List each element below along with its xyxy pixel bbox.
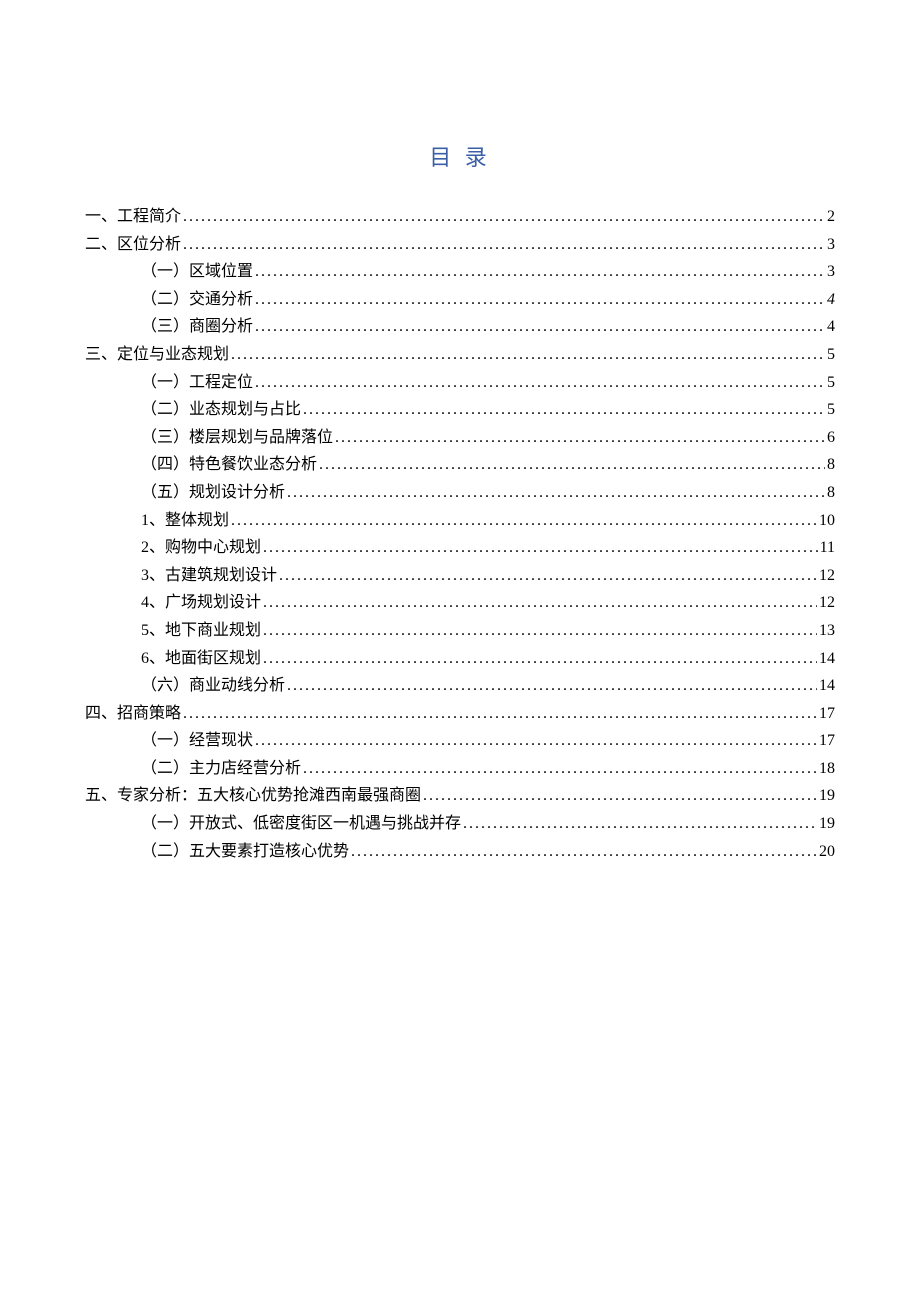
toc-entry-label: （六）商业动线分析: [141, 673, 285, 699]
toc-entry-page: 14: [817, 673, 835, 699]
toc-entry-label: 1、整体规划: [141, 508, 229, 534]
toc-leader-dots: [229, 508, 817, 534]
toc-entry: （三）楼层规划与品牌落位 6: [85, 425, 835, 451]
toc-leader-dots: [285, 673, 817, 699]
toc-entry-page: 5: [825, 397, 835, 423]
toc-entry-label: （二）交通分析: [141, 287, 253, 313]
toc-entry-page: 17: [817, 701, 835, 727]
toc-entry: 2、购物中心规划 11: [85, 535, 835, 561]
toc-leader-dots: [181, 701, 817, 727]
toc-leader-dots: [421, 783, 817, 809]
toc-entry-page: 3: [825, 259, 835, 285]
toc-entry-label: （二）主力店经营分析: [141, 756, 301, 782]
toc-entry: （二）交通分析 4: [85, 287, 835, 313]
toc-entry-page: 12: [817, 590, 835, 616]
toc-entry-label: （三）商圈分析: [141, 314, 253, 340]
toc-entry-page: 10: [817, 508, 835, 534]
toc-leader-dots: [349, 839, 817, 865]
toc-entry-page: 19: [817, 811, 835, 837]
toc-entry: 1、整体规划 10: [85, 508, 835, 534]
toc-entry-label: 二、区位分析: [85, 232, 181, 258]
toc-entry: （二）主力店经营分析 18: [85, 756, 835, 782]
toc-entry: （一）工程定位 5: [85, 370, 835, 396]
toc-leader-dots: [285, 480, 825, 506]
toc-entry-label: （一）工程定位: [141, 370, 253, 396]
toc-entry-label: （二）五大要素打造核心优势: [141, 839, 349, 865]
toc-entry-page: 8: [825, 480, 835, 506]
toc-entry: （五）规划设计分析 8: [85, 480, 835, 506]
toc-leader-dots: [253, 314, 825, 340]
toc-entry-page: 12: [817, 563, 835, 589]
toc-entry-page: 17: [817, 728, 835, 754]
toc-entry-page: 5: [825, 342, 835, 368]
toc-entry-page: 4: [825, 314, 835, 340]
toc-leader-dots: [253, 370, 825, 396]
toc-entry: （一）区域位置 3: [85, 259, 835, 285]
toc-entry-page: 20: [817, 839, 835, 865]
toc-entry-page: 6: [825, 425, 835, 451]
toc-entry-page: 8: [825, 452, 835, 478]
toc-leader-dots: [261, 618, 817, 644]
toc-entry: 6、地面街区规划 14: [85, 646, 835, 672]
toc-leader-dots: [261, 535, 818, 561]
toc-entry-label: 三、定位与业态规划: [85, 342, 229, 368]
toc-leader-dots: [181, 204, 825, 230]
toc-entry-label: （二）业态规划与占比: [141, 397, 301, 423]
toc-leader-dots: [301, 756, 817, 782]
toc-entry-label: （四）特色餐饮业态分析: [141, 452, 317, 478]
toc-leader-dots: [301, 397, 825, 423]
toc-entry: （六）商业动线分析 14: [85, 673, 835, 699]
toc-leader-dots: [277, 563, 817, 589]
toc-entry-label: （五）规划设计分析: [141, 480, 285, 506]
toc-entry-page: 5: [825, 370, 835, 396]
toc-entry: 三、定位与业态规划 5: [85, 342, 835, 368]
toc-entry-page: 14: [817, 646, 835, 672]
toc-entry-label: 5、地下商业规划: [141, 618, 261, 644]
toc-entry-label: 一、工程简介: [85, 204, 181, 230]
toc-entry-page: 4: [825, 287, 835, 313]
toc-entry-label: 2、购物中心规划: [141, 535, 261, 561]
toc-entry-page: 13: [817, 618, 835, 644]
toc-leader-dots: [253, 259, 825, 285]
toc-entry-label: （一）区域位置: [141, 259, 253, 285]
toc-leader-dots: [253, 728, 817, 754]
toc-entry-label: 五、专家分析：五大核心优势抢滩西南最强商圈: [85, 783, 421, 809]
toc-entry-label: 四、招商策略: [85, 701, 181, 727]
toc-entry: 3、古建筑规划设计 12: [85, 563, 835, 589]
toc-leader-dots: [317, 452, 825, 478]
table-of-contents: 一、工程简介 2二、区位分析 3（一）区域位置 3（二）交通分析 4（三）商圈分…: [85, 204, 835, 864]
toc-leader-dots: [461, 811, 817, 837]
toc-entry: （四）特色餐饮业态分析 8: [85, 452, 835, 478]
toc-entry-label: 6、地面街区规划: [141, 646, 261, 672]
toc-entry: （一）经营现状 17: [85, 728, 835, 754]
toc-entry-page: 3: [825, 232, 835, 258]
toc-entry-page: 19: [817, 783, 835, 809]
toc-entry-label: 4、广场规划设计: [141, 590, 261, 616]
toc-entry-label: （一）经营现状: [141, 728, 253, 754]
document-page: 目 录 一、工程简介 2二、区位分析 3（一）区域位置 3（二）交通分析 4（三…: [0, 0, 920, 864]
toc-entry: （二）业态规划与占比 5: [85, 397, 835, 423]
toc-entry-page: 2: [825, 204, 835, 230]
toc-entry: 四、招商策略 17: [85, 701, 835, 727]
toc-entry: 二、区位分析 3: [85, 232, 835, 258]
toc-leader-dots: [253, 287, 825, 313]
toc-title: 目 录: [85, 140, 835, 172]
toc-leader-dots: [333, 425, 825, 451]
toc-entry-label: （一）开放式、低密度街区一机遇与挑战并存: [141, 811, 461, 837]
toc-entry: 一、工程简介 2: [85, 204, 835, 230]
toc-entry-label: （三）楼层规划与品牌落位: [141, 425, 333, 451]
toc-entry: （二）五大要素打造核心优势 20: [85, 839, 835, 865]
toc-leader-dots: [181, 232, 825, 258]
toc-entry: （一）开放式、低密度街区一机遇与挑战并存 19: [85, 811, 835, 837]
toc-entry: （三）商圈分析 4: [85, 314, 835, 340]
toc-entry-page: 18: [817, 756, 835, 782]
toc-leader-dots: [261, 590, 817, 616]
toc-leader-dots: [261, 646, 817, 672]
toc-leader-dots: [229, 342, 825, 368]
toc-entry: 4、广场规划设计 12: [85, 590, 835, 616]
toc-entry: 5、地下商业规划 13: [85, 618, 835, 644]
toc-entry: 五、专家分析：五大核心优势抢滩西南最强商圈 19: [85, 783, 835, 809]
toc-entry-label: 3、古建筑规划设计: [141, 563, 277, 589]
toc-entry-page: 11: [818, 535, 835, 561]
